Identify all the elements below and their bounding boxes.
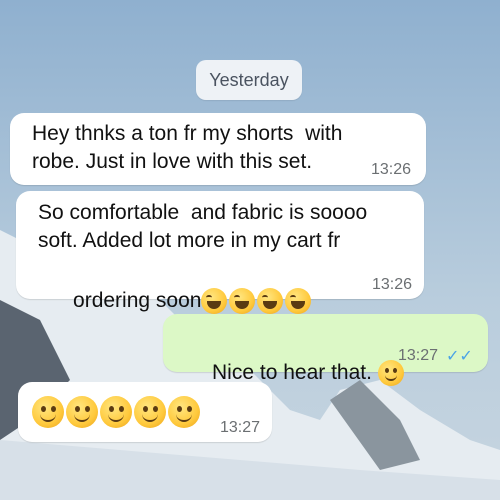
laughing-tears-emoji-icon — [257, 288, 284, 315]
date-separator: Yesterday — [196, 60, 302, 100]
incoming-message[interactable]: So comfortable and fabric is soooo soft.… — [16, 191, 424, 315]
smiling-face-emoji-icon — [134, 396, 166, 428]
smiling-face-emoji-icon — [100, 396, 132, 428]
emoji-row — [32, 396, 202, 428]
laughing-tears-emoji-icon — [285, 288, 312, 315]
smiling-face-emoji-icon — [32, 396, 64, 428]
message-text: Nice to hear that. — [212, 361, 378, 384]
message-time: 13:26 — [371, 161, 412, 178]
message-time: 13:27 — [398, 347, 439, 364]
outgoing-message[interactable]: Nice to hear that. 13:27 ✓✓ — [163, 314, 488, 387]
smiling-face-emoji-icon — [66, 396, 98, 428]
incoming-message[interactable]: 13:27 — [18, 382, 272, 442]
laughing-tears-emoji-icon — [201, 288, 228, 315]
smiling-face-emoji-icon — [168, 396, 200, 428]
incoming-message[interactable]: Hey thnks a ton fr my shorts with robe. … — [10, 113, 426, 185]
laughing-tears-emoji-icon — [229, 288, 256, 315]
double-check-read-icon: ✓✓ — [446, 348, 473, 365]
message-time: 13:27 — [220, 419, 261, 436]
message-time: 13:26 — [372, 276, 413, 293]
message-text: ordering soon — [73, 289, 202, 312]
chat-screenshot: Yesterday Hey thnks a ton fr my shorts w… — [0, 0, 500, 500]
message-line: robe. Just in love with this set. — [32, 150, 313, 173]
